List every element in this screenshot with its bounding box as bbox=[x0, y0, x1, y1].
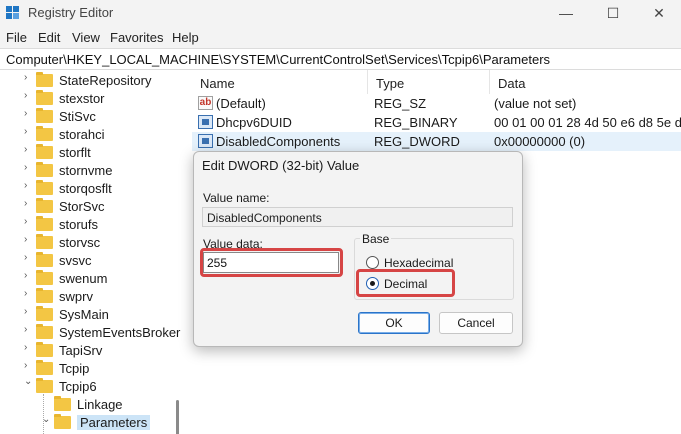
collapse-chevron-icon[interactable]: ⌄ bbox=[42, 414, 50, 425]
folder-icon bbox=[36, 251, 53, 267]
tree-item-sysmain[interactable]: SysMain bbox=[36, 305, 109, 323]
expand-chevron-icon[interactable]: › bbox=[24, 126, 32, 137]
address-bar[interactable]: Computer\HKEY_LOCAL_MACHINE\SYSTEM\Curre… bbox=[0, 48, 681, 70]
expand-chevron-icon[interactable]: › bbox=[24, 180, 32, 191]
expand-chevron-icon[interactable]: › bbox=[24, 288, 32, 299]
window-title: Registry Editor bbox=[28, 5, 114, 20]
value-row[interactable]: DisabledComponents REG_DWORD 0x00000000 … bbox=[192, 132, 681, 151]
tree-item-tapisrv[interactable]: TapiSrv bbox=[36, 341, 102, 359]
collapse-chevron-icon[interactable]: ⌄ bbox=[24, 376, 32, 387]
folder-icon bbox=[36, 71, 53, 87]
column-header-data[interactable]: Data bbox=[490, 70, 681, 94]
title-bar: Registry Editor — ☐ ✕ bbox=[0, 0, 681, 26]
folder-icon bbox=[36, 161, 53, 177]
tree-item-storahci[interactable]: storahci bbox=[36, 125, 105, 143]
expand-chevron-icon[interactable]: › bbox=[24, 198, 32, 209]
minimize-button[interactable]: — bbox=[543, 0, 589, 26]
edit-dword-dialog: Edit DWORD (32-bit) Value Value name: Di… bbox=[193, 151, 523, 347]
expand-chevron-icon[interactable]: › bbox=[24, 90, 32, 101]
tree-item-tcpip6[interactable]: Tcpip6 bbox=[36, 377, 97, 395]
tree-item-swenum[interactable]: swenum bbox=[36, 269, 107, 287]
folder-icon bbox=[36, 305, 53, 321]
folder-icon bbox=[36, 341, 53, 357]
folder-icon bbox=[36, 359, 53, 375]
cancel-button[interactable]: Cancel bbox=[439, 312, 513, 334]
tree-item-storsvc[interactable]: StorSvc bbox=[36, 197, 105, 215]
close-button[interactable]: ✕ bbox=[636, 0, 681, 26]
tree-scrollbar-thumb[interactable] bbox=[176, 400, 179, 434]
menu-help[interactable]: Help bbox=[172, 30, 199, 45]
menu-favorites[interactable]: Favorites bbox=[110, 30, 163, 45]
folder-icon bbox=[36, 107, 53, 123]
dialog-title: Edit DWORD (32-bit) Value bbox=[202, 158, 360, 173]
ok-button[interactable]: OK bbox=[358, 312, 430, 334]
maximize-button[interactable]: ☐ bbox=[590, 0, 636, 26]
expand-chevron-icon[interactable]: › bbox=[24, 162, 32, 173]
tree-item-stexstor[interactable]: stexstor bbox=[36, 89, 105, 107]
tree-item-storqosflt[interactable]: storqosflt bbox=[36, 179, 112, 197]
decimal-highlight bbox=[356, 269, 455, 297]
folder-icon bbox=[36, 143, 53, 159]
column-header-name[interactable]: Name bbox=[192, 70, 368, 94]
expand-chevron-icon[interactable]: › bbox=[24, 108, 32, 119]
expand-chevron-icon[interactable]: › bbox=[24, 270, 32, 281]
folder-icon bbox=[36, 89, 53, 105]
tree-item-swprv[interactable]: swprv bbox=[36, 287, 93, 305]
base-label: Base bbox=[360, 232, 392, 246]
expand-chevron-icon[interactable]: › bbox=[24, 360, 32, 371]
expand-chevron-icon[interactable]: › bbox=[24, 72, 32, 83]
expand-chevron-icon[interactable]: › bbox=[24, 252, 32, 263]
expand-chevron-icon[interactable]: › bbox=[24, 144, 32, 155]
binary-value-icon bbox=[198, 115, 213, 129]
folder-icon bbox=[36, 233, 53, 249]
expand-chevron-icon[interactable]: › bbox=[24, 324, 32, 335]
folder-icon bbox=[36, 323, 53, 339]
menu-file[interactable]: File bbox=[6, 30, 27, 45]
tree-item-staterepository[interactable]: StateRepository bbox=[36, 71, 152, 89]
folder-icon bbox=[36, 269, 53, 285]
tree-item-storflt[interactable]: storflt bbox=[36, 143, 91, 161]
hexadecimal-label[interactable]: Hexadecimal bbox=[384, 256, 453, 270]
folder-icon bbox=[36, 197, 53, 213]
folder-icon bbox=[36, 179, 53, 195]
address-path[interactable]: Computer\HKEY_LOCAL_MACHINE\SYSTEM\Curre… bbox=[6, 52, 550, 67]
menu-bar: File Edit View Favorites Help bbox=[0, 26, 681, 48]
value-name-field: DisabledComponents bbox=[202, 207, 513, 227]
value-row[interactable]: ab (Default) REG_SZ (value not set) bbox=[192, 94, 681, 113]
menu-edit[interactable]: Edit bbox=[38, 30, 60, 45]
tree-item-linkage[interactable]: Linkage bbox=[54, 395, 123, 413]
tree-item-storufs[interactable]: storufs bbox=[36, 215, 98, 233]
tree-item-stisvc[interactable]: StiSvc bbox=[36, 107, 96, 125]
expand-chevron-icon[interactable]: › bbox=[24, 306, 32, 317]
tree-item-tcpip[interactable]: Tcpip bbox=[36, 359, 89, 377]
string-value-icon: ab bbox=[198, 96, 213, 110]
column-header-type[interactable]: Type bbox=[368, 70, 490, 94]
folder-icon bbox=[54, 395, 71, 411]
folder-icon bbox=[36, 125, 53, 141]
folder-icon bbox=[36, 287, 53, 303]
menu-view[interactable]: View bbox=[72, 30, 100, 45]
value-data-highlight bbox=[200, 248, 343, 277]
expand-chevron-icon[interactable]: › bbox=[24, 342, 32, 353]
folder-icon bbox=[36, 215, 53, 231]
tree-item-parameters[interactable]: Parameters bbox=[54, 413, 151, 431]
expand-chevron-icon[interactable]: › bbox=[24, 216, 32, 227]
tree-item-svsvc[interactable]: svsvc bbox=[36, 251, 92, 269]
value-name-label: Value name: bbox=[203, 191, 270, 205]
value-row[interactable]: Dhcpv6DUID REG_BINARY 00 01 00 01 28 4d … bbox=[192, 113, 681, 132]
registry-tree: › StateRepository › stexstor › StiSvc › … bbox=[0, 70, 190, 434]
tree-item-storvsc[interactable]: storvsc bbox=[36, 233, 100, 251]
tree-item-stornvme[interactable]: stornvme bbox=[36, 161, 112, 179]
folder-open-icon bbox=[36, 377, 53, 393]
folder-open-icon bbox=[54, 413, 71, 429]
tree-item-systemeventsbroker[interactable]: SystemEventsBroker bbox=[36, 323, 180, 341]
registry-editor-icon bbox=[6, 6, 20, 20]
expand-chevron-icon[interactable]: › bbox=[24, 234, 32, 245]
binary-value-icon bbox=[198, 134, 213, 148]
hexadecimal-radio[interactable] bbox=[366, 256, 379, 269]
